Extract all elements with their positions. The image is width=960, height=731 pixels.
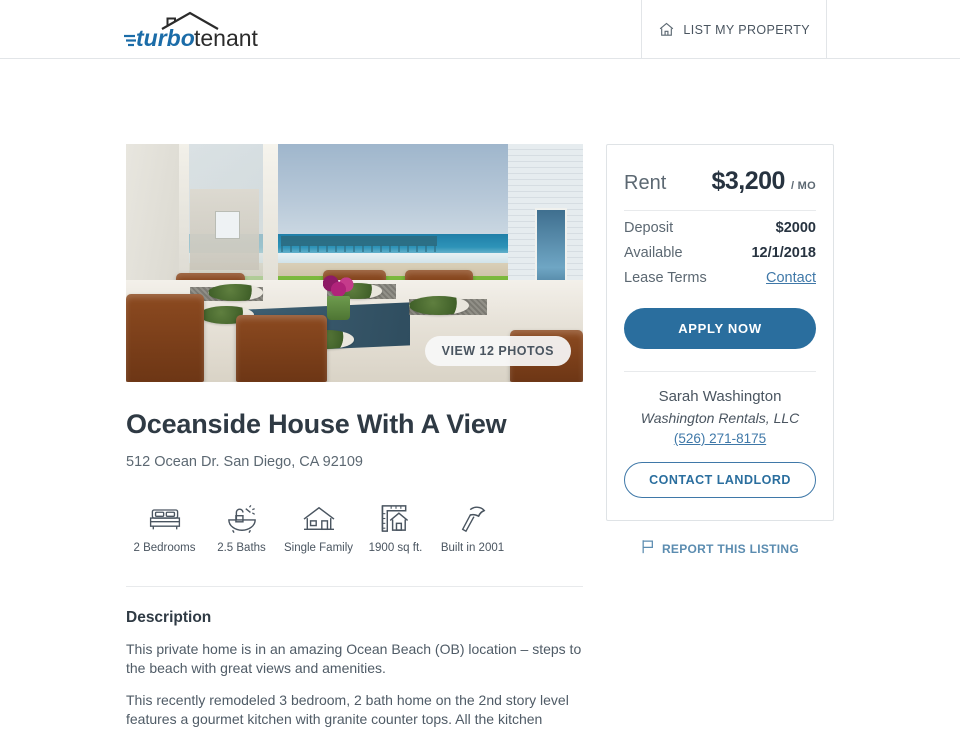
report-listing-label: REPORT THIS LISTING (661, 542, 800, 556)
svg-text:turbo: turbo (136, 25, 195, 51)
rent-row: Rent $3,200 / MO (624, 163, 816, 210)
detail-key: Deposit (624, 220, 674, 236)
landlord-name: Sarah Washington (658, 388, 782, 405)
card-divider (624, 371, 816, 372)
detail-key: Lease Terms (624, 270, 707, 286)
view-photos-badge[interactable]: VIEW 12 PHOTOS (424, 336, 571, 366)
measuring-tape-icon (357, 498, 434, 534)
hammer-icon (434, 498, 511, 534)
house-icon (658, 21, 675, 38)
house-icon (280, 498, 357, 534)
detail-value: 12/1/2018 (751, 245, 816, 261)
detail-row-available: Available 12/1/2018 (624, 236, 816, 261)
listing-main-column: VIEW 12 PHOTOS Oceanside House With A Vi… (126, 144, 583, 731)
feature-label: Single Family (283, 542, 354, 554)
pricing-card: Rent $3,200 / MO Deposit $2000 Available… (606, 144, 834, 521)
landlord-phone-link[interactable]: (526) 271-8175 (624, 431, 816, 446)
feature-bedrooms: 2 Bedrooms (126, 498, 203, 554)
page-title: Oceanside House With A View (126, 409, 507, 439)
lease-terms-contact-link[interactable]: Contact (766, 270, 816, 286)
feature-baths: 2.5 Baths (203, 498, 280, 554)
report-listing-link[interactable]: REPORT THIS LISTING (606, 539, 834, 559)
detail-row-deposit: Deposit $2000 (624, 211, 816, 236)
section-divider (126, 586, 583, 587)
photo-pier-pilings (281, 245, 437, 253)
hero-photo[interactable]: VIEW 12 PHOTOS (126, 144, 583, 382)
feature-label: 2 Bedrooms (133, 542, 196, 554)
description-heading: Description (126, 609, 212, 626)
landlord-company: Washington Rentals, LLC (640, 410, 800, 426)
rent-amount: $3,200 (711, 167, 785, 195)
photo-chair (235, 315, 328, 382)
feature-square-feet: 1900 sq ft. (357, 498, 434, 554)
feature-label: 2.5 Baths (217, 542, 266, 554)
apply-now-button[interactable]: APPLY NOW (624, 308, 816, 349)
bathtub-icon (203, 498, 280, 534)
detail-key: Available (624, 245, 683, 261)
property-features: 2 Bedrooms 2.5 Baths Single Family 1900 … (126, 498, 583, 554)
list-my-property-label: LIST MY PROPERTY (683, 22, 810, 37)
feature-label: 1900 sq ft. (368, 542, 423, 554)
photo-plate (208, 284, 264, 302)
rent-period: / MO (790, 180, 816, 192)
rent-label: Rent (624, 172, 667, 194)
feature-property-type: Single Family (280, 498, 357, 554)
feature-label: Built in 2001 (440, 542, 505, 554)
listing-sidebar: Rent $3,200 / MO Deposit $2000 Available… (606, 144, 834, 559)
description-paragraph: This recently remodeled 3 bedroom, 2 bat… (126, 692, 569, 731)
photo-chair (126, 293, 204, 382)
turbotenant-logo[interactable]: turbo tenant (122, 8, 262, 52)
listing-address: 512 Ocean Dr. San Diego, CA 92109 (126, 454, 363, 470)
list-my-property-button[interactable]: LIST MY PROPERTY (641, 0, 827, 59)
photo-orchid (322, 274, 355, 299)
flag-icon (641, 539, 655, 559)
feature-year-built: Built in 2001 (434, 498, 511, 554)
contact-landlord-button[interactable]: CONTACT LANDLORD (624, 462, 816, 498)
detail-value: $2000 (775, 220, 816, 236)
svg-text:tenant: tenant (194, 25, 259, 51)
site-header: turbo tenant LIST MY PROPERTY (0, 0, 960, 59)
photo-neighbor-window (215, 210, 241, 240)
photo-vase (327, 296, 350, 321)
detail-row-lease-terms: Lease Terms Contact (624, 261, 816, 286)
description-paragraph: This private home is in an amazing Ocean… (126, 641, 582, 676)
bed-icon (126, 498, 203, 534)
